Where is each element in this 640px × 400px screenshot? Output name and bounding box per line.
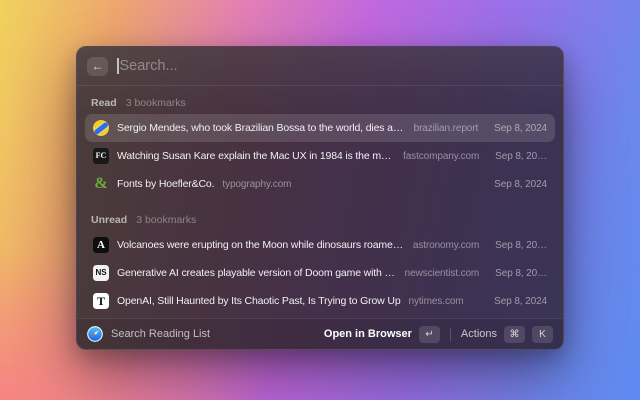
brazilian-report-favicon: [93, 120, 109, 136]
search-input[interactable]: [119, 58, 553, 74]
bookmark-domain: nytimes.com: [408, 295, 464, 307]
section-label: Unread: [91, 214, 128, 226]
extension-title: Search Reading List: [111, 328, 211, 340]
hoefler-ampersand-favicon: &: [94, 176, 108, 192]
search-field-wrap: [117, 47, 553, 85]
desktop-background: ← Read 3 bookmarks Sergio Mendes, who took…: [0, 0, 640, 400]
footer-bar: Search Reading List Open in Browser ↵ Ac…: [77, 318, 563, 349]
bookmark-date: Sep 8, 20…: [495, 239, 547, 251]
bookmark-date: Sep 8, 20…: [495, 150, 547, 162]
newscientist-favicon: NS: [93, 265, 109, 281]
back-button[interactable]: ←: [87, 56, 108, 76]
list-item[interactable]: A Volcanoes were erupting on the Moon whi…: [85, 231, 555, 259]
favicon-swoosh: [93, 121, 109, 135]
list-item[interactable]: T OpenAI, Still Haunted by Its Chaotic Pa…: [85, 287, 555, 315]
list-item[interactable]: Sergio Mendes, who took Brazilian Bossa …: [85, 114, 555, 142]
section-count: 3 bookmarks: [125, 97, 186, 109]
bookmark-list: Read 3 bookmarks Sergio Mendes, who took B…: [77, 86, 563, 318]
section-count: 3 bookmarks: [136, 214, 197, 226]
actions-menu-button[interactable]: Actions: [461, 328, 497, 340]
bookmark-date: Sep 8, 2024: [494, 122, 547, 134]
footer-actions: Open in Browser ↵ Actions ⌘ K: [324, 325, 553, 343]
bookmark-title: Fonts by Hoefler&Co.: [117, 178, 215, 190]
bookmark-domain: astronomy.com: [412, 239, 480, 251]
bookmark-date: Sep 8, 20…: [495, 267, 547, 279]
bookmark-domain: newscientist.com: [404, 267, 480, 279]
section-header: Unread 3 bookmarks: [85, 207, 555, 231]
bookmark-title: OpenAI, Still Haunted by Its Chaotic Pas…: [117, 295, 401, 307]
bookmark-title: Generative AI creates playable version o…: [117, 267, 397, 279]
fastcompany-favicon: FC: [93, 148, 109, 164]
enter-key-icon[interactable]: ↵: [418, 325, 440, 343]
text-cursor: [117, 58, 119, 74]
command-key-icon[interactable]: ⌘: [504, 325, 525, 343]
open-in-browser-button[interactable]: Open in Browser: [324, 328, 412, 340]
section-header: Read 3 bookmarks: [85, 90, 555, 114]
astronomy-favicon: A: [93, 237, 109, 253]
bookmark-title: Watching Susan Kare explain the Mac UX i…: [117, 150, 396, 162]
k-key-icon[interactable]: K: [532, 325, 553, 343]
bookmark-date: Sep 8, 2024: [494, 295, 547, 307]
list-item[interactable]: NS Generative AI creates playable version…: [85, 259, 555, 287]
list-item[interactable]: FC Watching Susan Kare explain the Mac UX…: [85, 142, 555, 170]
bookmark-title: Sergio Mendes, who took Brazilian Bossa …: [117, 122, 406, 134]
bookmark-domain: fastcompany.com: [403, 150, 480, 162]
search-bar: ←: [77, 47, 563, 86]
bookmark-domain: typography.com: [222, 178, 292, 190]
bookmark-date: Sep 8, 2024: [494, 178, 547, 190]
list-item[interactable]: & Fonts by Hoefler&Co. typography.com Sep 8…: [85, 170, 555, 198]
bookmark-title: Volcanoes were erupting on the Moon whil…: [117, 239, 405, 251]
section-label: Read: [91, 97, 117, 109]
bookmark-domain: brazilian.report: [413, 122, 479, 134]
footer-divider: [449, 327, 451, 341]
nytimes-favicon: T: [93, 293, 109, 309]
launcher-window: ← Read 3 bookmarks Sergio Mendes, who took…: [76, 46, 564, 350]
back-arrow-icon: ←: [91, 59, 104, 73]
safari-icon: [87, 326, 103, 342]
